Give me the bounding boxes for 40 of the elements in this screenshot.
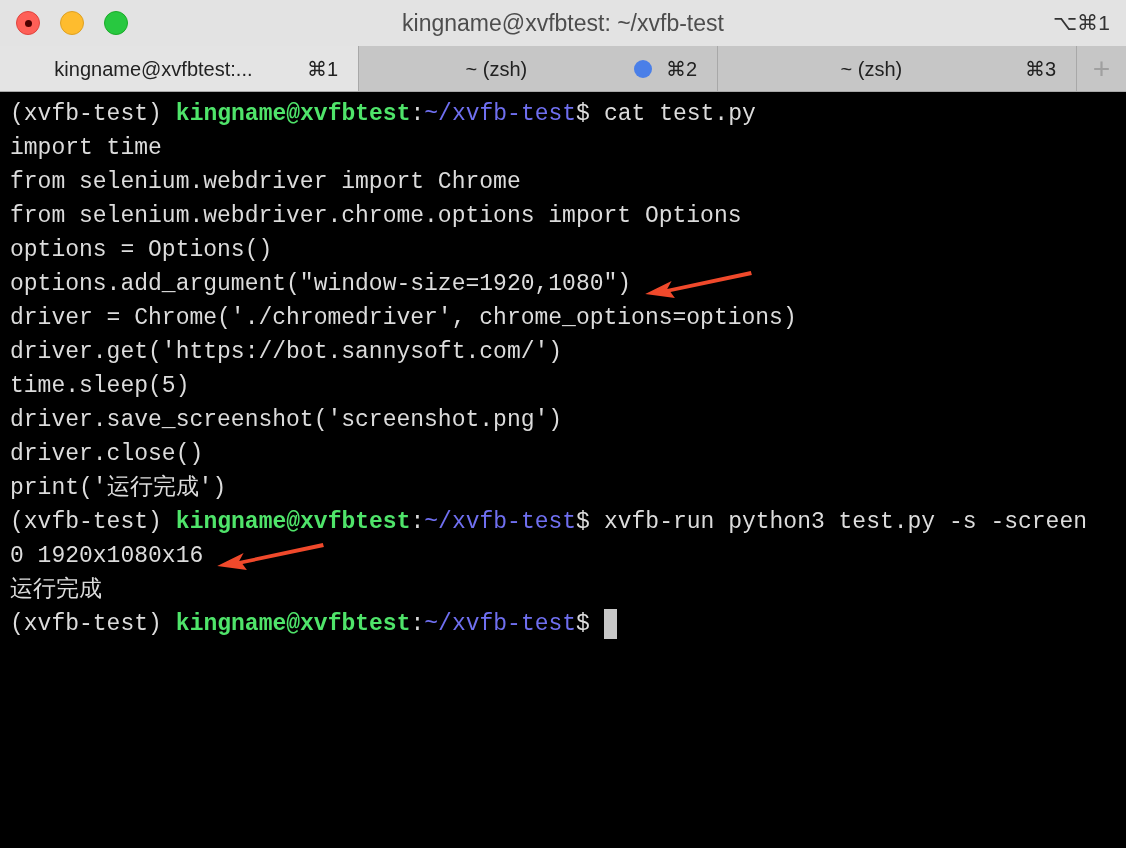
output-text: driver.save_screenshot('screenshot.png'): [10, 405, 563, 435]
output-text: print('运行完成'): [10, 473, 227, 503]
minimize-button[interactable]: [60, 11, 84, 35]
prompt-symbol: $: [576, 99, 590, 129]
tab-shortcut: ⌘2: [665, 56, 697, 82]
prompt-path: ~/xvfb-test: [424, 99, 577, 129]
prompt-user-host: kingname@xvfbtest: [175, 609, 411, 639]
prompt-separator: :: [410, 507, 425, 537]
prompt-env: (xvfb-test): [10, 507, 162, 537]
prompt-path: ~/xvfb-test: [424, 507, 577, 537]
prompt-symbol: $: [576, 507, 590, 537]
prompt-separator: :: [410, 609, 425, 639]
prompt-user-host: kingname@xvfbtest: [175, 507, 411, 537]
zoom-button[interactable]: [104, 11, 128, 35]
output-text: options.add_argument("window-size=1920,1080"): [10, 269, 632, 299]
window-title: kingname@xvfbtest: ~/xvfb-test: [402, 8, 724, 38]
tab[interactable]: kingname@xvfbtest:... ⌘1: [0, 46, 359, 91]
output-text: from selenium.webdriver import Chrome: [10, 167, 521, 197]
output-text: options = Options(): [10, 235, 273, 265]
output-text: driver.get('https://bot.sannysoft.com/'): [10, 337, 563, 367]
tab-shortcut: ⌘1: [306, 56, 338, 82]
command-text: xvfb-run python3 test.py -s -screen: [603, 507, 1087, 537]
prompt-symbol: $: [576, 609, 590, 639]
output-text: 0 1920x1080x16: [10, 541, 204, 571]
close-button[interactable]: [16, 11, 40, 35]
text-cursor: [603, 609, 617, 639]
prompt-separator: :: [410, 99, 425, 129]
output-text: driver.close(): [10, 439, 204, 469]
output-text: import time: [10, 133, 162, 163]
output-text: time.sleep(5): [10, 371, 190, 401]
tab-shortcut: ⌘3: [1024, 56, 1056, 82]
output-text: driver = Chrome('./chromedriver', chrome_options=options): [10, 303, 797, 333]
prompt-env: (xvfb-test): [10, 99, 162, 129]
window-shortcut: ⌥⌘1: [1053, 10, 1110, 37]
prompt-path: ~/xvfb-test: [424, 609, 577, 639]
prompt-env: (xvfb-test): [10, 609, 162, 639]
output-text: 运行完成: [10, 575, 102, 605]
command-text: cat test.py: [603, 99, 756, 129]
prompt-user-host: kingname@xvfbtest: [175, 99, 411, 129]
output-text: from selenium.webdriver.chrome.options import Options: [10, 201, 742, 231]
